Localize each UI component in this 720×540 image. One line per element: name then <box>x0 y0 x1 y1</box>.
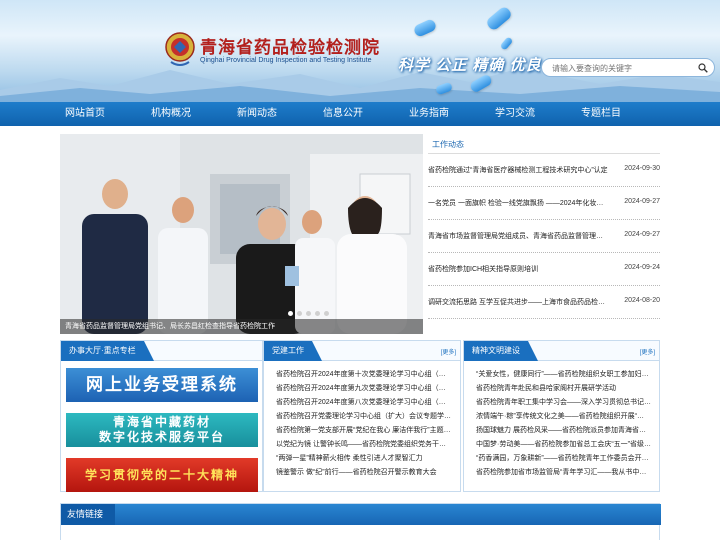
list-item[interactable]: 扬国球魅力 展药检风采——省药检院派员参加青海省… <box>476 424 655 438</box>
nav-item-topics[interactable]: 专题栏目 <box>558 102 644 126</box>
news-row[interactable]: 青海省市场监督管理局党组成员、青海省药品监督管理局… 2024-09-27 <box>428 220 660 253</box>
friendly-links-header: 友情链接 <box>61 504 661 525</box>
slogan: 科学 公正 精确 优良 <box>398 57 542 74</box>
list-item[interactable]: 省药检院召开党委理论学习中心组（扩大）会议专题学… <box>276 410 456 424</box>
work-news-heading[interactable]: 工作动态 <box>432 139 464 150</box>
panel-header: 办事大厅·重点专栏 <box>61 341 262 361</box>
list-item[interactable]: 省药检院召开2024年度第九次党委理论学习中心组（… <box>276 382 456 396</box>
list-item[interactable]: 省药检院参加省市场监管局“青年学习汇——我从书中… <box>476 466 655 480</box>
nav-item-news[interactable]: 新闻动态 <box>214 102 300 126</box>
nav-item-guide[interactable]: 业务指南 <box>386 102 472 126</box>
service-hall-heading[interactable]: 办事大厅·重点专栏 <box>61 341 154 361</box>
news-title[interactable]: 一名党员 一面旗帜 检验一线党旗飘扬 ——2024年化妆品… <box>428 198 608 208</box>
slide-caption[interactable]: 青海省药品监督管理局党组书记、局长苏昌红检查指导省药检院工作 <box>65 321 275 331</box>
list-item[interactable]: 浓情端午·粽”享传统文化之美——省药检院组织开展“… <box>476 410 655 424</box>
list-item[interactable]: 中国梦·劳动美——省药检院参加省总工会庆“五一”省级… <box>476 438 655 452</box>
slide-dot[interactable] <box>288 311 293 316</box>
nav-item-about[interactable]: 机构概况 <box>128 102 214 126</box>
civilization-heading[interactable]: 精神文明建设 <box>464 341 538 361</box>
magnifier-icon[interactable] <box>698 63 708 73</box>
list-item[interactable]: “两弹一星”精神薪火相传 柔性引进人才聚智汇力 <box>276 452 456 466</box>
site-title: 青海省药品检验检测院 <box>200 38 380 58</box>
party-building-panel: 党建工作 [更多] 省药检院召开2024年度第十次党委理论学习中心组（… 省药检… <box>263 340 461 492</box>
search-input[interactable] <box>552 62 692 74</box>
capsule-decor <box>484 5 514 32</box>
list-item[interactable]: “药香满园，万象耕新”——省药检院青年工作委员会开… <box>476 452 655 466</box>
news-title[interactable]: 调研交流拓思路 互学互促共进步——上海市食品药品检验… <box>428 297 608 307</box>
site-header: 青海省药品检验检测院 Qinghai Provincial Drug Inspe… <box>0 0 720 102</box>
slide-dot[interactable] <box>306 311 311 316</box>
news-date: 2024-09-24 <box>624 264 660 271</box>
photo-slideshow[interactable]: 青海省药品监督管理局党组书记、局长苏昌红检查指导省药检院工作 <box>60 134 423 334</box>
news-row[interactable]: 调研交流拓思路 互学互促共进步——上海市食品药品检验… 2024-08-20 <box>428 286 660 319</box>
list-item[interactable]: 省药检院召开2024年度第八次党委理论学习中心组（… <box>276 396 456 410</box>
herb-banner-line1: 青海省中藏药材 <box>112 415 211 429</box>
list-item[interactable]: 镜鉴警示 做“纪”前行——省药检院召开警示教育大会 <box>276 466 456 480</box>
list-item[interactable]: 省药检院青年职工集中学习会——深入学习贯彻总书记… <box>476 396 655 410</box>
news-row[interactable]: 省药检院通过“青海省医疗器械检测工程技术研究中心”认定 2024-09-30 <box>428 154 660 187</box>
search-box <box>541 58 715 77</box>
slide-dot[interactable] <box>297 311 302 316</box>
news-title[interactable]: 青海省市场监督管理局党组成员、青海省药品监督管理局… <box>428 231 608 241</box>
slide-dot[interactable] <box>324 311 329 316</box>
herb-platform-banner[interactable]: 青海省中藏药材 数字化技术服务平台 <box>66 413 258 447</box>
site-subtitle: Qinghai Provincial Drug Inspection and T… <box>200 57 372 64</box>
nav-item-disclosure[interactable]: 信息公开 <box>300 102 386 126</box>
list-item[interactable]: 省药检院第一党支部开展“党纪在我心 廉洁伴我行”主题… <box>276 424 456 438</box>
service-hall-panel: 办事大厅·重点专栏 网上业务受理系统 青海省中藏药材 数字化技术服务平台 学习贯… <box>60 340 263 492</box>
list-item[interactable]: “关爱女性，健康同行”——省药检院组织女职工参加妇… <box>476 368 655 382</box>
civilization-panel: 精神文明建设 [更多] “关爱女性，健康同行”——省药检院组织女职工参加妇… 省… <box>463 340 660 492</box>
news-row[interactable]: 一名党员 一面旗帜 检验一线党旗飘扬 ——2024年化妆品… 2024-09-2… <box>428 187 660 220</box>
slide-dot[interactable] <box>315 311 320 316</box>
nav-item-learning[interactable]: 学习交流 <box>472 102 558 126</box>
civilization-news-list: “关爱女性，健康同行”——省药检院组织女职工参加妇… 省药检院青年赴民和县哈家阁… <box>476 368 655 480</box>
slide-photo[interactable] <box>60 134 423 334</box>
panel-header: 党建工作 [更多] <box>264 341 460 361</box>
more-link[interactable]: [更多] <box>640 347 655 356</box>
list-item[interactable]: 以党纪为镜 让警钟长鸣——省药检院党委组织党务干… <box>276 438 456 452</box>
list-item[interactable]: 省药检院召开2024年度第十次党委理论学习中心组（… <box>276 368 456 382</box>
main-nav: 网站首页 机构概况 新闻动态 信息公开 业务指南 学习交流 专题栏目 <box>0 102 720 126</box>
news-row[interactable]: 省药检院参加ICH相关指导原则培训 2024-09-24 <box>428 253 660 286</box>
party-news-list: 省药检院召开2024年度第十次党委理论学习中心组（… 省药检院召开2024年度第… <box>276 368 456 480</box>
institute-seal-icon <box>165 32 195 66</box>
capsule-decor <box>412 17 438 39</box>
friendly-links-heading[interactable]: 友情链接 <box>61 504 116 525</box>
news-date: 2024-09-30 <box>624 165 660 172</box>
news-date: 2024-09-27 <box>624 231 660 238</box>
panel-header: 精神文明建设 [更多] <box>464 341 659 361</box>
more-link[interactable]: [更多] <box>441 347 456 356</box>
congress-spirit-banner[interactable]: 学习贯彻党的二十大精神 <box>66 458 258 492</box>
capsule-decor <box>499 36 514 51</box>
work-news-panel: 工作动态 省药检院通过“青海省医疗器械检测工程技术研究中心”认定 2024-09… <box>428 134 660 334</box>
slide-indicator <box>288 311 329 316</box>
news-date: 2024-09-27 <box>624 198 660 205</box>
online-service-banner[interactable]: 网上业务受理系统 <box>66 368 258 402</box>
news-date: 2024-08-20 <box>624 297 660 304</box>
news-title[interactable]: 省药检院参加ICH相关指导原则培训 <box>428 264 608 274</box>
herb-banner-line2: 数字化技术服务平台 <box>98 430 225 444</box>
list-item[interactable]: 省药检院青年赴民和县哈家阁村开展研学活动 <box>476 382 655 396</box>
news-title[interactable]: 省药检院通过“青海省医疗器械检测工程技术研究中心”认定 <box>428 165 608 175</box>
nav-item-home[interactable]: 网站首页 <box>42 102 128 126</box>
party-building-heading[interactable]: 党建工作 <box>264 341 322 361</box>
friendly-links-section: 友情链接 <box>60 503 661 540</box>
